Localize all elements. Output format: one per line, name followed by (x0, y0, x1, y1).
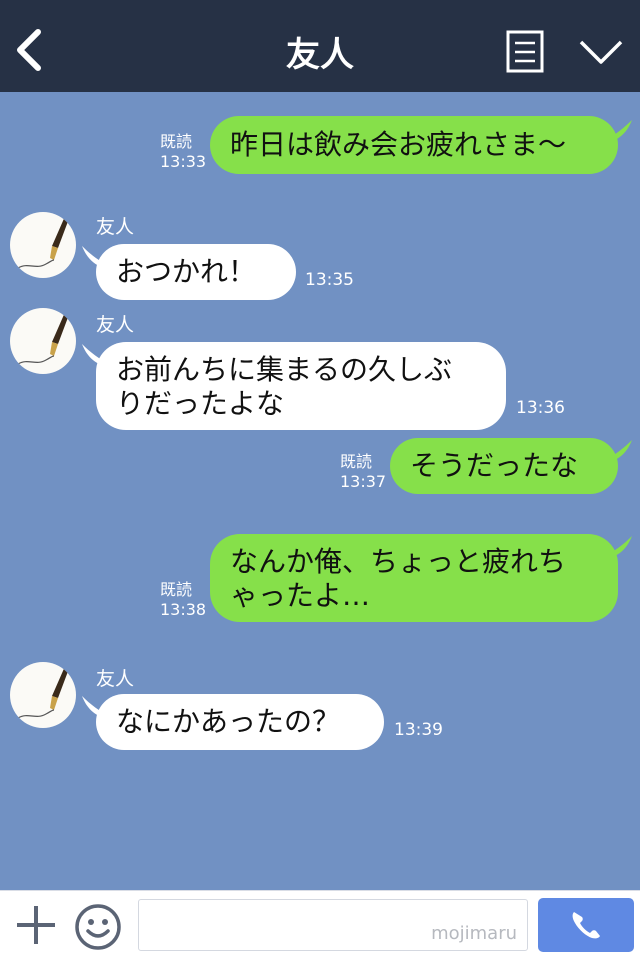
plus-icon (17, 906, 55, 944)
chat-title: 友人 (286, 35, 354, 75)
message-bubble[interactable]: なんか俺、ちょっと疲れち ゃったよ… (210, 534, 618, 622)
emoji-button[interactable] (74, 903, 122, 951)
message-bubble[interactable]: おつかれ！ (96, 244, 296, 300)
read-receipt: 既読 (160, 132, 193, 151)
message-text: 昨日は飲み会お疲れさま〜 (230, 128, 567, 161)
message-text: そうだったな (410, 449, 579, 482)
collapse-button[interactable] (578, 36, 624, 66)
message-bubble[interactable]: お前んちに集まるの久しぶ りだったよな (96, 342, 506, 430)
message-time: 13:39 (394, 720, 443, 740)
message-text: おつかれ！ (116, 255, 257, 288)
watermark: mojimaru (431, 923, 517, 944)
message-meta: 既読 13:33 (160, 132, 206, 172)
fountain-pen-icon (17, 664, 70, 719)
avatar[interactable] (10, 662, 76, 728)
fountain-pen-icon (17, 214, 70, 269)
message-meta: 既読 13:38 (160, 580, 206, 620)
avatar[interactable] (10, 308, 76, 374)
sender-name: 友人 (96, 314, 135, 336)
message-text-line: ゃったよ… (230, 579, 371, 612)
message-time: 13:37 (340, 472, 387, 491)
message-time: 13:38 (160, 600, 207, 619)
message-time: 13:35 (305, 270, 354, 290)
message-text-line: お前んちに集まるの久しぶ (116, 353, 453, 386)
smiley-icon (75, 904, 121, 950)
message-text-line: なんか俺、ちょっと疲れち (230, 545, 567, 578)
sender-name: 友人 (96, 668, 135, 690)
menu-button[interactable] (506, 30, 544, 73)
message-bubble[interactable]: そうだったな (390, 438, 618, 494)
read-receipt: 既読 (160, 580, 193, 599)
input-bar: mojimaru (0, 890, 640, 960)
chat-area[interactable]: 既読 13:33 昨日は飲み会お疲れさま〜 友人 おつかれ！ 13:35 友人 … (0, 92, 640, 890)
chevron-down-icon (579, 40, 623, 64)
read-receipt: 既読 (340, 452, 373, 471)
list-icon (506, 30, 544, 73)
sender-name: 友人 (96, 216, 135, 238)
fountain-pen-icon (17, 310, 70, 365)
phone-icon (572, 912, 600, 939)
add-button[interactable] (14, 903, 58, 947)
message-time: 13:33 (160, 152, 207, 171)
message-input[interactable]: mojimaru (138, 899, 528, 951)
call-button[interactable] (538, 898, 634, 952)
avatar[interactable] (10, 212, 76, 278)
message-time: 13:36 (516, 398, 565, 418)
chat-header: 友人 (0, 0, 640, 92)
message-text-line: りだったよな (116, 387, 285, 420)
message-bubble[interactable]: なにかあったの？ (96, 694, 384, 750)
message-meta: 既読 13:37 (340, 452, 386, 492)
message-text: なにかあったの？ (116, 705, 341, 738)
message-bubble[interactable]: 昨日は飲み会お疲れさま〜 (210, 116, 618, 174)
